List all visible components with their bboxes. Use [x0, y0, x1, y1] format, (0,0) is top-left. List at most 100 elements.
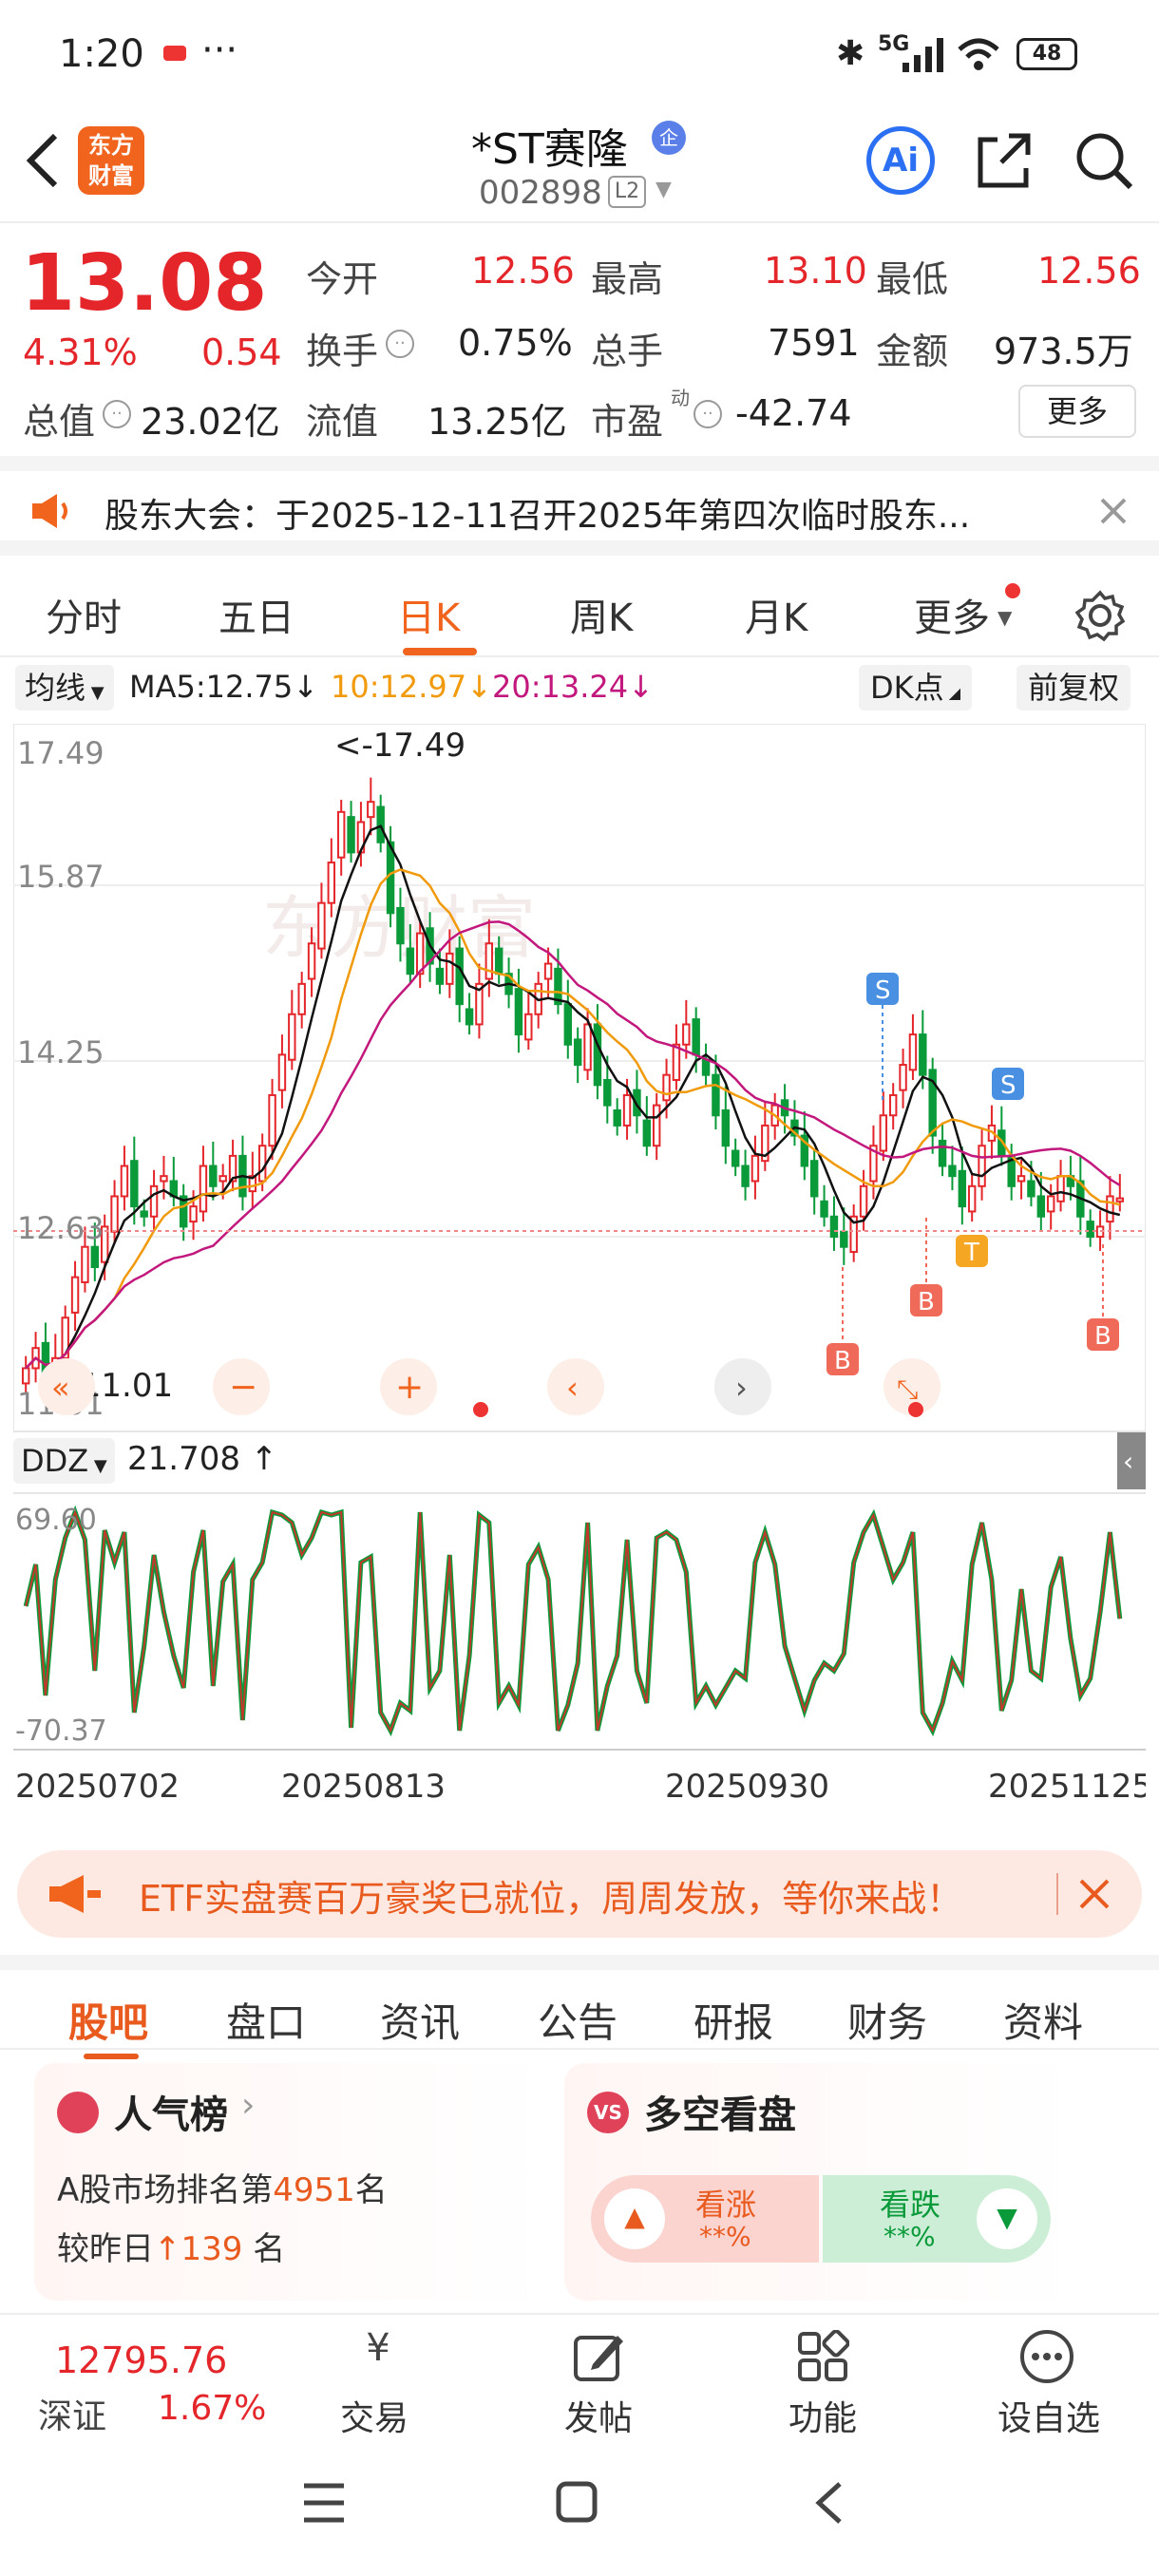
- stock-header: 东方 财富 *ST赛隆 企 002898 L2 ▼ Ai: [0, 109, 1159, 223]
- sell-marker-label: S: [1000, 1071, 1016, 1100]
- candle: [692, 1018, 700, 1056]
- svg-text:+: +: [395, 1368, 424, 1407]
- ai-assistant-button[interactable]: Ai: [866, 126, 935, 195]
- tab-weekly-k[interactable]: 周K: [570, 587, 633, 642]
- bullish-button[interactable]: ▲ 看涨 **%: [591, 2175, 819, 2263]
- level2-badge[interactable]: L2: [608, 176, 646, 208]
- tab-five-day[interactable]: 五日: [218, 587, 294, 642]
- candle: [948, 1165, 957, 1178]
- post-button[interactable]: 发帖: [564, 2391, 633, 2440]
- trade-button[interactable]: 交易: [340, 2391, 408, 2440]
- ddz-value: 21.708 ↑: [127, 1440, 277, 1478]
- home-icon[interactable]: [555, 2480, 598, 2524]
- high-value: 13.10: [764, 250, 867, 292]
- edit-icon[interactable]: [570, 2328, 627, 2385]
- kline-svg[interactable]: 东方财富 17.49 15.87 14.25 12.63 11.01 <-17.…: [12, 723, 1152, 1826]
- close-icon[interactable]: [1098, 496, 1129, 526]
- tab-finance[interactable]: 财务: [847, 1991, 927, 2049]
- tab-profile[interactable]: 资料: [1003, 1991, 1083, 2049]
- dk-label: DK点: [870, 670, 944, 706]
- info-icon[interactable]: ··: [694, 400, 722, 428]
- candle: [652, 1104, 661, 1147]
- tab-monthly-k[interactable]: 月K: [745, 587, 808, 642]
- tab-research[interactable]: 研报: [694, 1991, 773, 2049]
- ma-select[interactable]: 均线 ▼: [15, 665, 114, 710]
- y-tick: 14.25: [17, 1034, 104, 1070]
- candle: [484, 942, 494, 980]
- index-value[interactable]: 12795.76: [55, 2339, 227, 2381]
- search-icon[interactable]: [1072, 128, 1136, 193]
- function-button[interactable]: 功能: [788, 2391, 857, 2440]
- high-marker-label: <-17.49: [334, 727, 466, 765]
- tab-more[interactable]: 更多: [914, 587, 990, 642]
- candle: [613, 1108, 621, 1127]
- tab-news[interactable]: 资讯: [380, 1991, 460, 2049]
- candle: [543, 962, 553, 980]
- candle: [938, 1139, 947, 1167]
- trade-icon[interactable]: ¥: [340, 2326, 416, 2383]
- candle: [859, 1184, 868, 1218]
- index-name[interactable]: 深证: [38, 2389, 106, 2438]
- ma-lines-group: [25, 824, 1121, 1370]
- dk-point-button[interactable]: DK点 ◢: [859, 665, 973, 710]
- candle: [603, 1079, 612, 1107]
- candle: [1046, 1195, 1055, 1213]
- close-icon[interactable]: [1077, 1877, 1112, 1911]
- gear-icon[interactable]: [1074, 589, 1127, 642]
- tab-daily-k[interactable]: 日K: [397, 587, 460, 642]
- candle: [130, 1160, 139, 1208]
- back-icon[interactable]: [809, 2480, 847, 2526]
- add-watchlist-button[interactable]: 设自选: [998, 2391, 1100, 2440]
- candle: [160, 1175, 168, 1183]
- system-navigation: [0, 2446, 1159, 2576]
- back-icon[interactable]: [21, 130, 63, 191]
- grid-icon[interactable]: [796, 2330, 849, 2383]
- more-quote-button[interactable]: 更多: [1018, 385, 1136, 438]
- candle: [257, 1145, 267, 1183]
- ma5-arrow: ↓: [293, 669, 319, 705]
- vote-card: VS 多空看盘 ▲ 看涨 **% 看跌 **% ▼: [564, 2063, 1077, 2301]
- candle: [494, 947, 504, 975]
- candle: [563, 1003, 573, 1046]
- change-value: 0.54: [201, 331, 282, 373]
- app-logo[interactable]: 东方 财富: [78, 126, 144, 195]
- candle: [446, 952, 454, 985]
- rank-suffix: 名: [354, 2171, 388, 2209]
- candle: [721, 1108, 731, 1147]
- notice-bar[interactable]: 股东大会：于2025-12-11召开2025年第四次临时股东...: [0, 456, 1159, 556]
- adjust-select[interactable]: 前复权: [1016, 665, 1131, 710]
- ddz-signal-line: [25, 1509, 1121, 1733]
- chevron-down-icon[interactable]: ▼: [656, 178, 672, 201]
- candle: [120, 1165, 129, 1198]
- tab-orderbook[interactable]: 盘口: [226, 1991, 306, 2049]
- more-circle-icon[interactable]: [1018, 2328, 1075, 2385]
- popularity-card[interactable]: 人气榜 › A股市场排名第4951名 较昨日↑139 名: [34, 2063, 547, 2301]
- ddz-arrow: ↑: [250, 1440, 278, 1478]
- candle: [672, 1043, 681, 1081]
- x-tick: 20250813: [281, 1768, 446, 1806]
- index-pct[interactable]: 1.67%: [158, 2389, 266, 2428]
- indicator-select[interactable]: DDZ ▼: [13, 1438, 115, 1484]
- candle: [396, 906, 405, 945]
- indicator-label: DDZ: [21, 1443, 89, 1479]
- promo-banner[interactable]: ETF实盘赛百万豪奖已就位，周周发放，等你来战！: [17, 1850, 1142, 1938]
- divider: [1056, 1873, 1058, 1915]
- quote-panel: 13.08 4.31% 0.54 今开 12.56 最高 13.10 最低 12…: [0, 225, 1159, 453]
- tab-announcements[interactable]: 公告: [538, 1991, 618, 2049]
- share-icon[interactable]: [973, 128, 1037, 193]
- candle: [1027, 1180, 1036, 1198]
- candle: [209, 1165, 218, 1187]
- candle: [70, 1276, 80, 1314]
- banner-text: ETF实盘赛百万豪奖已就位，周周发放，等你来战！: [139, 1878, 963, 1920]
- info-icon[interactable]: ··: [103, 400, 131, 428]
- tab-intraday[interactable]: 分时: [46, 587, 122, 642]
- bearish-button[interactable]: 看跌 **% ▼: [823, 2175, 1051, 2263]
- candle: [218, 1175, 227, 1183]
- menu-icon[interactable]: [302, 2482, 346, 2524]
- tab-forum[interactable]: 股吧: [68, 1991, 148, 2049]
- kline-chart[interactable]: 东方财富 17.49 15.87 14.25 12.63 11.01 <-17.…: [12, 723, 1152, 1826]
- signal-icon: [902, 38, 943, 72]
- buy-marker-label: B: [834, 1347, 851, 1375]
- info-icon[interactable]: ··: [386, 330, 414, 358]
- rank-change-suffix: 名: [253, 2230, 286, 2268]
